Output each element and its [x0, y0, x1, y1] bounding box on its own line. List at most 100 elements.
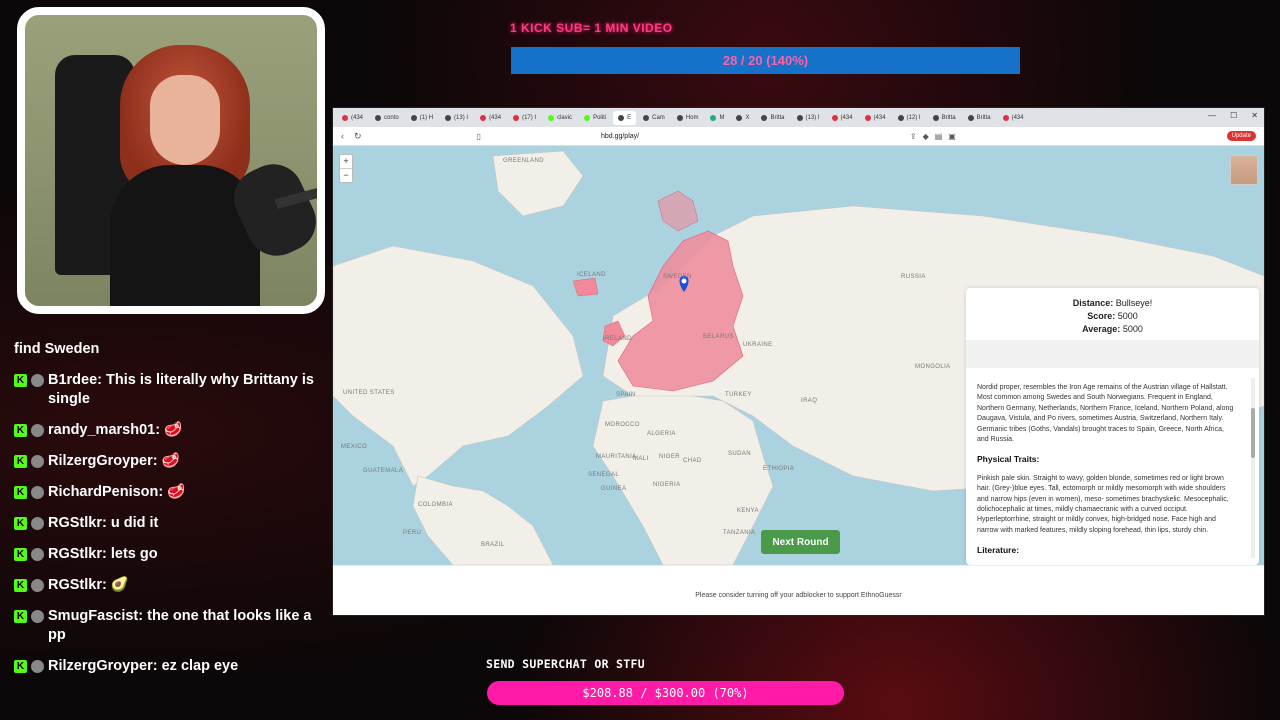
zoom-in-button[interactable]: +	[340, 155, 352, 168]
world-map[interactable]: GREENLAND ICELAND RUSSIA UNITED STATES MEXIC…	[333, 146, 1264, 565]
share-icon[interactable]: ⇪	[910, 132, 917, 141]
map-country-label: IRAQ	[801, 398, 818, 404]
chat-message: K RichardPenison: 🥩	[14, 483, 324, 502]
literature-heading: Literature:	[977, 545, 1020, 556]
phenotype-description: Nordid proper, resembles the Iron Age re…	[977, 383, 1235, 565]
wallet-icon[interactable]: ▣	[948, 132, 956, 141]
chat-message: K RilzergGroyper: 🥩	[14, 452, 324, 471]
map-country-label: ETHIOPIA	[763, 466, 795, 472]
browser-tab[interactable]: (434	[337, 111, 368, 125]
url-field[interactable]: hbd.gg/play/	[601, 133, 639, 140]
webcam-feed	[17, 7, 325, 314]
tab-label: Britta	[941, 114, 956, 121]
browser-tab[interactable]: Britta	[928, 111, 961, 125]
chat-text: randy_marsh01: 🥩	[48, 422, 183, 438]
browser-tab[interactable]: (434	[827, 111, 858, 125]
chat-text: RGStlkr: u did it	[48, 515, 159, 531]
north-america	[333, 245, 584, 487]
bookmark-icon[interactable]: ▯	[477, 132, 481, 141]
chat-message: Krandy_marsh01: 🥩	[14, 421, 324, 440]
chat-body: lets go	[110, 546, 158, 562]
tab-label: (1) H	[419, 114, 434, 121]
browser-tab[interactable]: X	[731, 111, 754, 125]
scandinavia-highlight	[657, 190, 699, 232]
maximize-icon[interactable]: ☐	[1230, 111, 1237, 120]
tab-label: clavic	[557, 114, 573, 121]
description-text: Nordid proper, resembles the Iron Age re…	[977, 384, 1234, 444]
sidebar-icon[interactable]: ▤	[935, 132, 943, 141]
browser-tab[interactable]: clavic	[543, 111, 577, 125]
minimize-icon[interactable]: —	[1208, 111, 1216, 120]
browser-tab[interactable]: (12) I	[893, 111, 926, 125]
map-country-label: GUATEMALA	[363, 468, 404, 474]
chat-username[interactable]: RGStlkr	[48, 546, 102, 562]
sub-badge-icon	[31, 610, 44, 623]
back-icon[interactable]: ‹	[341, 131, 344, 141]
map-country-label: GREENLAND	[503, 158, 544, 164]
chat-username[interactable]: RGStlkr	[48, 515, 102, 531]
panel-scrollbar[interactable]	[1251, 378, 1255, 558]
chat-body: 🥑	[110, 577, 129, 593]
browser-tab[interactable]: Hom	[672, 111, 704, 125]
tab-label: X	[745, 114, 750, 121]
chat-username[interactable]: RGStlkr	[48, 577, 102, 593]
close-icon[interactable]: ✕	[1251, 111, 1258, 120]
update-button[interactable]: Update	[1226, 131, 1256, 141]
map-country-label: UNITED STATES	[343, 390, 395, 396]
browser-tab[interactable]: M	[705, 111, 729, 125]
tab-label: (434	[1011, 114, 1024, 121]
chat-username[interactable]: B1rdee	[48, 372, 97, 388]
zoom-out-button[interactable]: −	[340, 168, 352, 182]
tab-favicon-icon	[897, 114, 904, 121]
score-row: Score: 5000	[1087, 311, 1138, 321]
tab-label: M	[719, 114, 725, 121]
sub-badge-icon	[31, 424, 44, 437]
tab-label: Hom	[685, 114, 699, 121]
result-panel: Distance: Bullseye! Score: 5000 Average:…	[966, 288, 1259, 565]
chat-username[interactable]: randy_marsh01	[48, 422, 155, 438]
tab-label: E	[627, 114, 632, 121]
iceland-highlight	[572, 277, 599, 297]
chat-username[interactable]: RilzergGroyper	[48, 453, 153, 469]
tab-favicon-icon	[513, 114, 520, 121]
browser-tab[interactable]: E	[613, 110, 637, 125]
streamer-face	[150, 75, 220, 165]
tab-favicon-icon	[584, 114, 591, 121]
browser-tab[interactable]: Britta	[963, 111, 996, 125]
tab-favicon-icon	[410, 114, 417, 121]
browser-tab[interactable]: Britta	[756, 111, 789, 125]
map-country-label: ICELAND	[577, 272, 606, 278]
browser-tab[interactable]: (434	[475, 111, 506, 125]
tab-favicon-icon	[445, 114, 452, 121]
browser-tab[interactable]: (434	[998, 111, 1029, 125]
chat-username[interactable]: SmugFascist	[48, 608, 138, 624]
map-country-label: TANZANIA	[723, 530, 756, 536]
map-country-label: IRELAND	[603, 336, 632, 342]
browser-tab[interactable]: Cam	[638, 111, 670, 125]
chat-message: K SmugFascist: the one that looks like a …	[14, 607, 324, 645]
tab-favicon-icon	[618, 114, 625, 121]
chat-text: SmugFascist: the one that looks like a p…	[48, 608, 312, 643]
browser-tab[interactable]: (17) I	[508, 111, 541, 125]
next-round-button[interactable]: Next Round	[761, 530, 840, 554]
sub-badge-icon	[31, 374, 44, 387]
browser-tab[interactable]: (434	[860, 111, 891, 125]
sub-badge-icon	[31, 517, 44, 530]
browser-tab[interactable]: (1) H	[406, 111, 438, 125]
browser-tab[interactable]: (13) I	[792, 111, 825, 125]
chat-text: find Sweden	[14, 340, 99, 359]
chat-username[interactable]: RichardPenison	[48, 484, 158, 500]
map-country-label: COLOMBIA	[418, 502, 453, 508]
map-country-label: PERU	[403, 530, 422, 536]
tab-favicon-icon	[1002, 114, 1009, 121]
user-avatar[interactable]	[1230, 155, 1258, 185]
chat-message: find Sweden	[14, 340, 324, 359]
shield-icon[interactable]: ◆	[923, 132, 929, 141]
scrollbar-thumb[interactable]	[1251, 408, 1255, 458]
browser-tab[interactable]: conto	[370, 111, 404, 125]
sub-goal-bar: 28 / 20 (140%)	[511, 47, 1020, 74]
chat-username[interactable]: RilzergGroyper	[48, 658, 153, 674]
browser-tab[interactable]: Politi	[579, 111, 611, 125]
reload-icon[interactable]: ↻	[354, 131, 362, 142]
browser-tab[interactable]: (13) I	[440, 111, 473, 125]
